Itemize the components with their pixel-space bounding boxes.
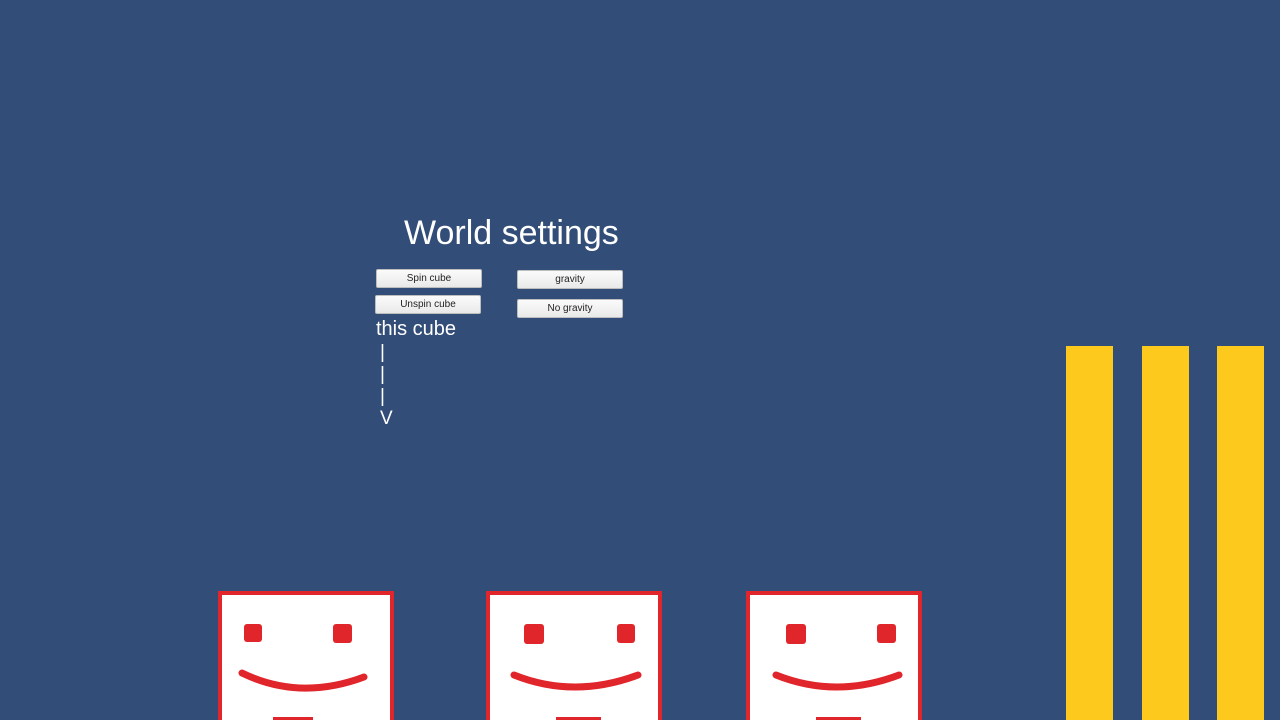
yellow-stripe-3 <box>1217 346 1264 720</box>
yellow-stripe-2 <box>1142 346 1189 720</box>
left-eye-icon <box>244 624 262 642</box>
game-viewport: World settings Spin cube Unspin cube gra… <box>0 0 1280 720</box>
right-eye-icon <box>877 624 896 643</box>
gravity-button[interactable]: gravity <box>517 270 623 289</box>
left-eye-icon <box>786 624 806 644</box>
right-eye-icon <box>333 624 352 643</box>
smiley-cube-3[interactable] <box>746 591 922 720</box>
arrow-head: V <box>380 408 393 429</box>
this-cube-label: this cube <box>376 318 457 340</box>
smiley-cube-1[interactable] <box>218 591 394 720</box>
arrow-line: | <box>380 386 385 407</box>
no-gravity-button[interactable]: No gravity <box>517 299 623 318</box>
arrow-line: | <box>380 364 385 385</box>
right-eye-icon <box>617 624 635 643</box>
yellow-stripe-1 <box>1066 346 1113 720</box>
smiley-cube-2[interactable] <box>486 591 662 720</box>
down-arrow-icon: | | | V <box>380 342 393 430</box>
spin-cube-button[interactable]: Spin cube <box>376 269 482 288</box>
left-eye-icon <box>524 624 544 644</box>
world-settings-title: World settings <box>404 214 619 252</box>
unspin-cube-button[interactable]: Unspin cube <box>375 295 481 314</box>
arrow-line: | <box>380 342 385 363</box>
